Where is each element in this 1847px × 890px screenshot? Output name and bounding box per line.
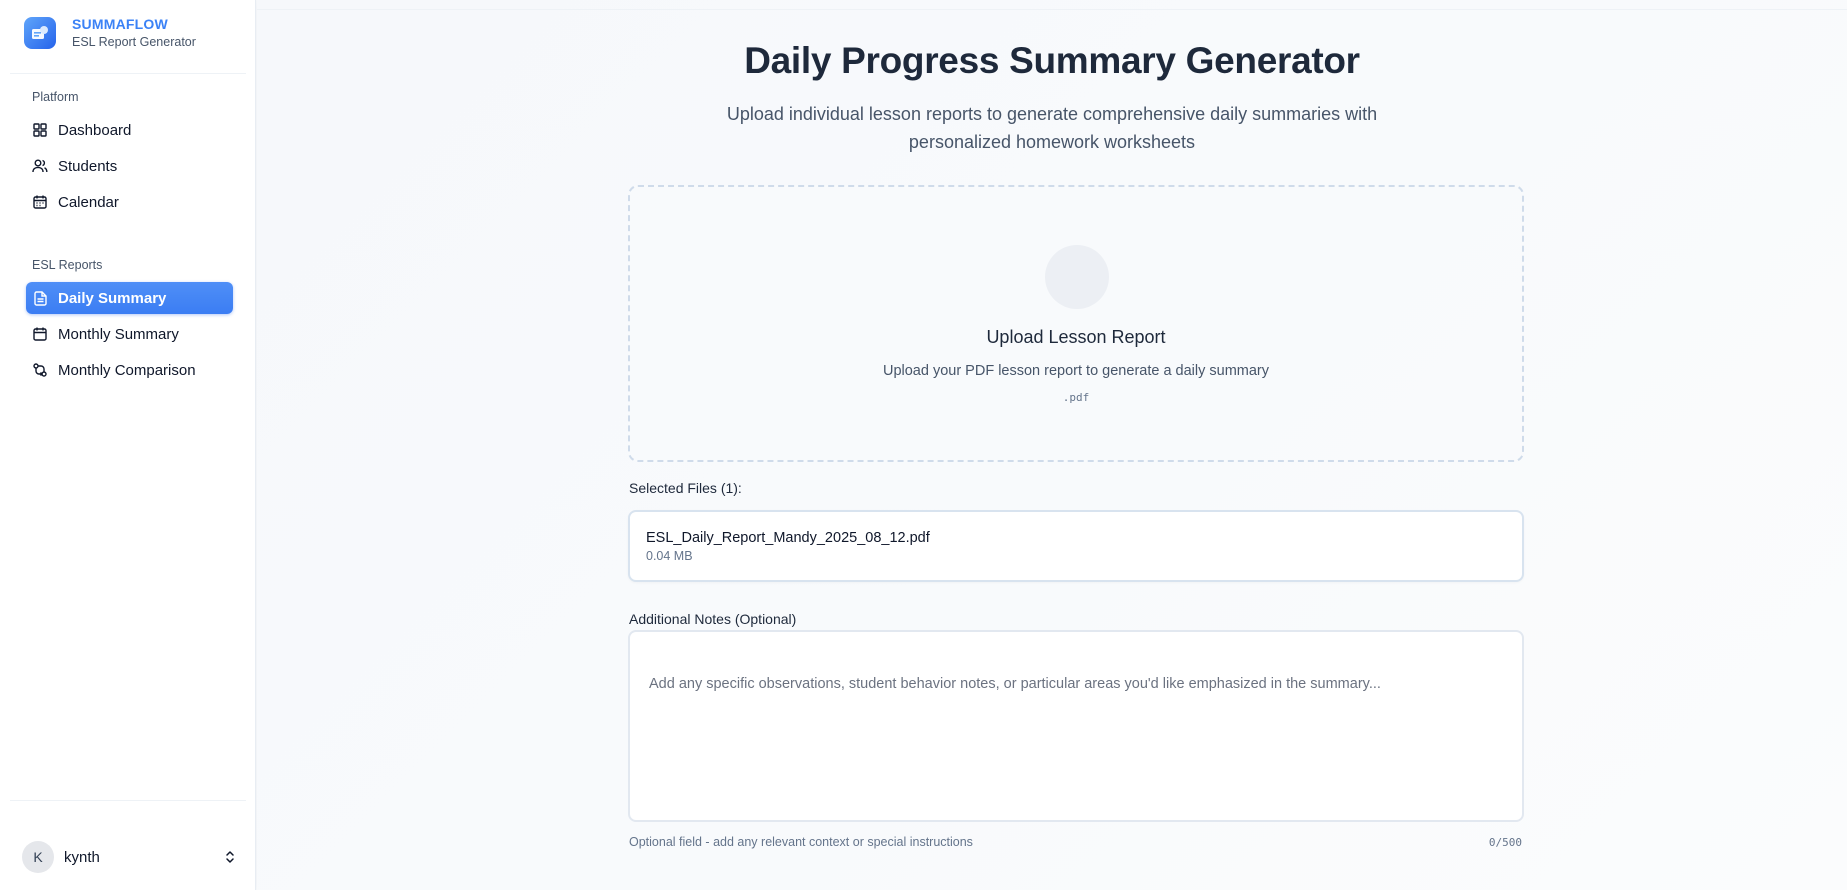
- main-content: Daily Progress Summary Generator Upload …: [257, 0, 1847, 890]
- sidebar-item-daily-summary[interactable]: Daily Summary: [26, 282, 233, 314]
- top-divider: [257, 9, 1847, 10]
- sidebar-item-label: Students: [58, 157, 118, 175]
- file-name: ESL_Daily_Report_Mandy_2025_08_12.pdf: [646, 530, 930, 546]
- grid-icon: [32, 122, 48, 138]
- accepted-file-types: .pdf: [1062, 391, 1090, 404]
- sidebar-item-label: Calendar: [58, 193, 119, 211]
- upload-description: Upload your PDF lesson report to generat…: [882, 363, 1270, 379]
- user-menu[interactable]: K kynth: [22, 841, 242, 873]
- brand-header[interactable]: SUMMAFLOW ESL Report Generator: [10, 0, 246, 74]
- sidebar: SUMMAFLOW ESL Report Generator Platform …: [0, 0, 256, 890]
- chevrons-up-down-icon[interactable]: [222, 849, 238, 865]
- sidebar-item-monthly-comparison[interactable]: Monthly Comparison: [26, 354, 233, 386]
- sidebar-item-label: Dashboard: [58, 121, 132, 139]
- notes-char-count: 0/500: [1488, 836, 1522, 849]
- nav-section-platform: Platform: [32, 90, 79, 104]
- page-subtitle: Upload individual lesson reports to gene…: [726, 104, 1378, 152]
- upload-title: Upload Lesson Report: [986, 327, 1166, 347]
- notes-label: Additional Notes (Optional): [629, 611, 797, 627]
- page-title: Daily Progress Summary Generator: [744, 40, 1360, 81]
- selected-files-label: Selected Files (1):: [629, 480, 742, 496]
- upload-icon: [1045, 245, 1109, 309]
- report-logo-icon: [24, 17, 56, 49]
- notes-textarea[interactable]: [628, 630, 1524, 822]
- calendar-icon: [32, 194, 48, 210]
- upload-dropzone[interactable]: Upload Lesson Report Upload your PDF les…: [628, 185, 1524, 462]
- sidebar-item-label: Monthly Comparison: [58, 361, 196, 379]
- nav-section-esl-reports: ESL Reports: [32, 258, 103, 272]
- notes-help-text: Optional field - add any relevant contex…: [629, 835, 973, 849]
- file-size: 0.04 MB: [646, 549, 693, 563]
- calendar-icon: [32, 326, 48, 342]
- sidebar-item-students[interactable]: Students: [26, 150, 233, 182]
- brand-name: SUMMAFLOW: [72, 16, 168, 32]
- git-compare-icon: [32, 362, 48, 378]
- sidebar-item-label: Daily Summary: [58, 289, 167, 307]
- avatar: K: [22, 841, 54, 873]
- sidebar-item-dashboard[interactable]: Dashboard: [26, 114, 233, 146]
- user-name: kynth: [64, 848, 100, 866]
- sidebar-item-label: Monthly Summary: [58, 325, 179, 343]
- selected-file-card[interactable]: ESL_Daily_Report_Mandy_2025_08_12.pdf 0.…: [628, 510, 1524, 582]
- sidebar-item-monthly-summary[interactable]: Monthly Summary: [26, 318, 233, 350]
- file-text-icon: [32, 290, 48, 306]
- sidebar-item-calendar[interactable]: Calendar: [26, 186, 233, 218]
- users-icon: [32, 158, 48, 174]
- brand-subtitle: ESL Report Generator: [72, 35, 196, 49]
- sidebar-footer: K kynth: [10, 800, 246, 890]
